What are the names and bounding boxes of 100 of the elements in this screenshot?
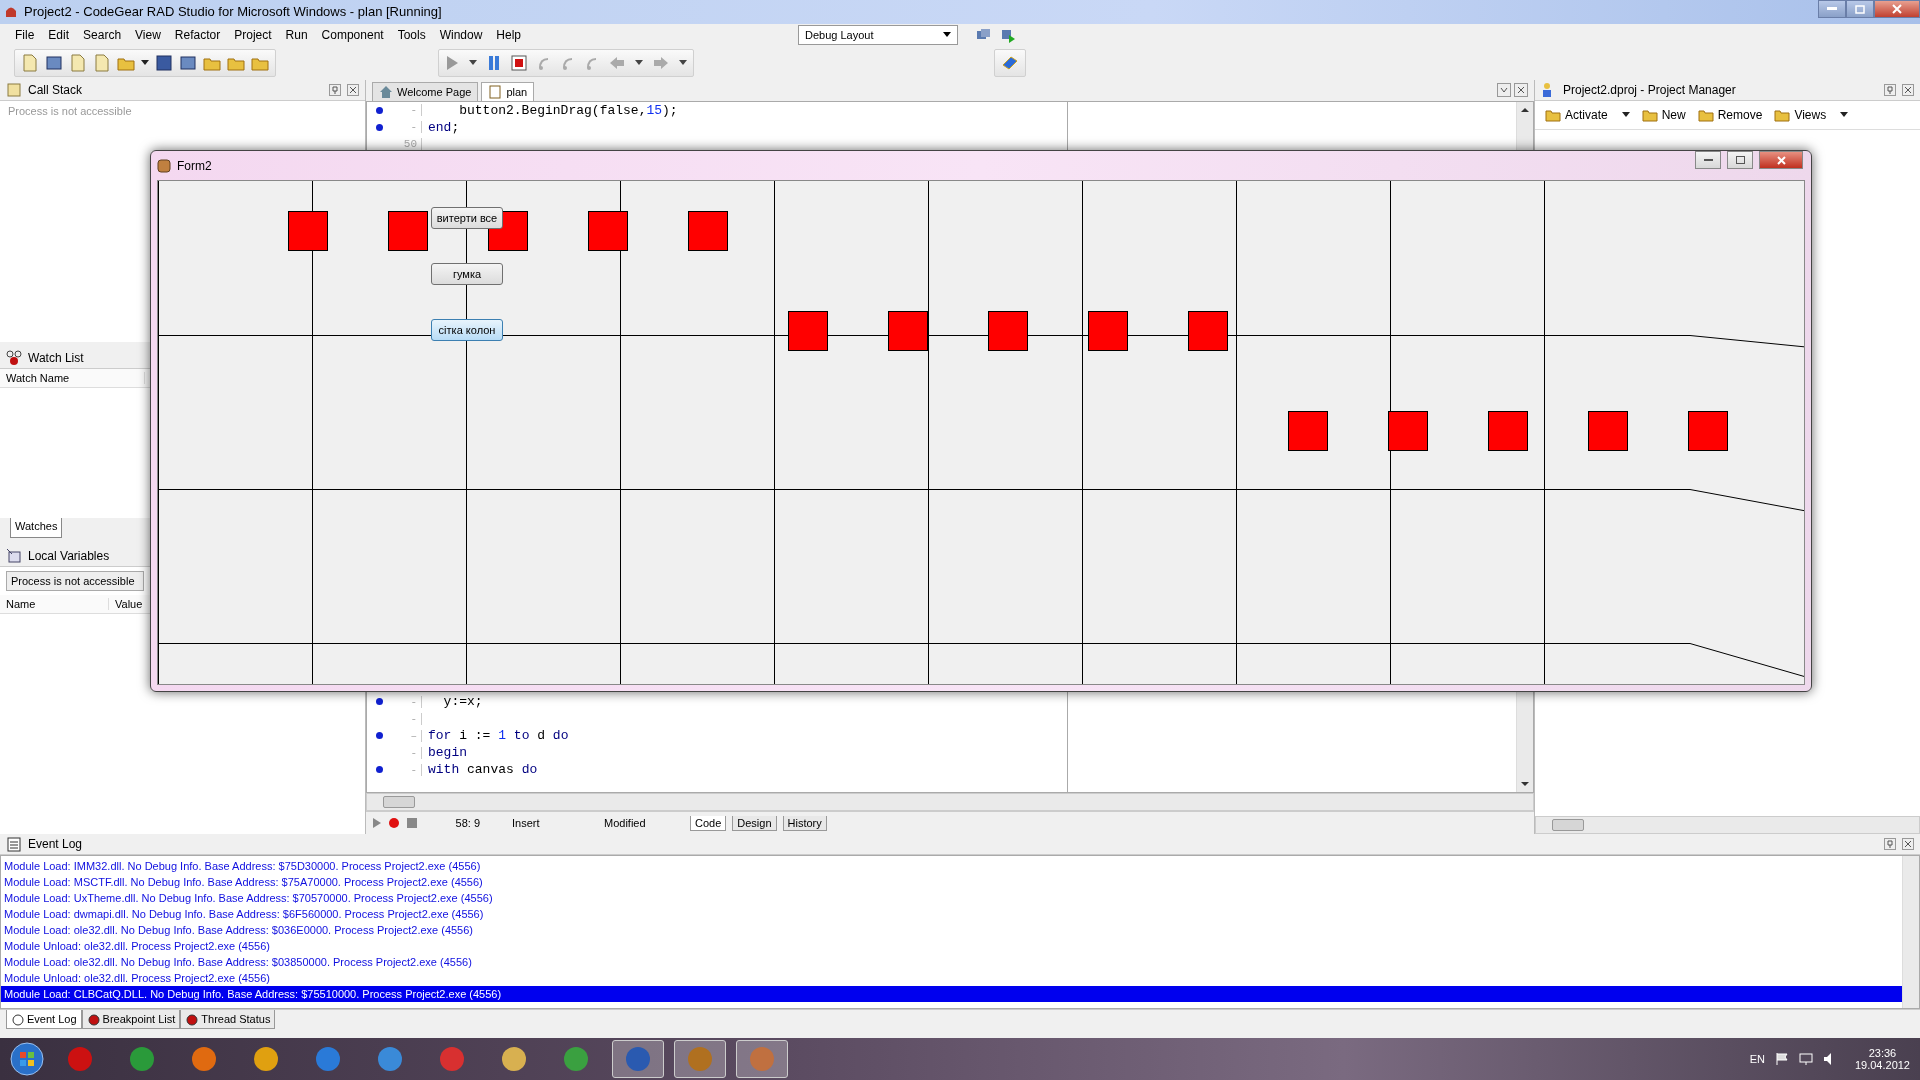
view-tab[interactable]: History — [782, 815, 827, 831]
view-tab[interactable]: Design — [732, 815, 777, 831]
column-header[interactable]: Name — [0, 597, 109, 610]
start-button[interactable] — [10, 1042, 44, 1077]
context-dropdown[interactable]: Process is not accessible — [6, 570, 144, 591]
pin-icon[interactable] — [329, 83, 341, 96]
window-icon[interactable] — [45, 53, 63, 72]
bug-icon — [86, 1012, 101, 1027]
app-icon — [686, 1045, 714, 1074]
log-entry[interactable]: Module Load: CLBCatQ.DLL. No Debug Info. Base Address: $75510000. Process Project2.exe (4556) — [1, 986, 1902, 1003]
clock-time[interactable]: 23:36 — [1868, 1047, 1897, 1060]
toolbar-button[interactable]: Views — [1770, 105, 1853, 124]
close-icon[interactable] — [1902, 83, 1914, 96]
menu-item[interactable]: File — [8, 27, 42, 42]
maximize-button[interactable] — [1727, 151, 1753, 169]
document-icon[interactable] — [93, 53, 111, 72]
clock-date[interactable]: 19.04.2012 — [1854, 1059, 1910, 1072]
menu-item[interactable]: Run — [278, 27, 315, 42]
menu-item[interactable]: Help — [489, 27, 529, 42]
log-entry[interactable]: Module Unload: ole32.dll. Process Project2.exe (4556) — [1, 938, 1902, 955]
taskbar-button[interactable] — [674, 1040, 726, 1079]
line-number: - — [391, 104, 422, 117]
log-entry[interactable]: Module Load: ole32.dll. No Debug Info. Base Address: $036E0000. Process Project2.exe (4556) — [1, 922, 1902, 939]
line-number: - — [391, 746, 422, 759]
menu-item[interactable]: View — [128, 27, 168, 42]
form-button[interactable]: гумка — [431, 263, 503, 285]
flag-icon[interactable] — [1774, 1052, 1789, 1067]
play-icon[interactable] — [372, 817, 382, 830]
taskbar-button[interactable] — [612, 1040, 664, 1079]
vertical-scrollbar[interactable] — [1902, 856, 1919, 1009]
menu-item[interactable]: Window — [432, 27, 490, 42]
panel-tab[interactable]: Event Log — [6, 1010, 82, 1030]
close-button[interactable] — [1759, 151, 1803, 169]
editor-tab[interactable]: Welcome Page — [372, 81, 479, 101]
record-icon[interactable] — [388, 817, 400, 830]
stop-icon[interactable] — [406, 817, 418, 830]
toolbar-button[interactable]: Remove — [1693, 105, 1767, 124]
forward-arrow-icon[interactable] — [653, 54, 669, 71]
caret-icon[interactable] — [679, 60, 687, 66]
close-icon[interactable] — [347, 83, 359, 96]
helmet-icon — [4, 5, 18, 19]
panel-tab[interactable]: Breakpoint List — [81, 1010, 181, 1030]
minimize-icon — [1703, 158, 1713, 162]
menu-item[interactable]: Tools — [390, 27, 433, 42]
column-header[interactable]: Value — [109, 597, 149, 610]
log-entry[interactable]: Module Load: IMM32.dll. No Debug Info. Base Address: $75D30000. Process Project2.exe (4556) — [1, 858, 1902, 875]
app-icon — [252, 1045, 280, 1074]
minimize-button[interactable] — [1818, 0, 1846, 18]
menu-item[interactable]: Edit — [41, 27, 77, 42]
horizontal-scrollbar[interactable] — [366, 793, 1534, 812]
stop-icon[interactable] — [511, 54, 527, 71]
line-number: - — [391, 121, 422, 134]
minimize-button[interactable] — [1695, 151, 1721, 169]
chevron-icon[interactable] — [1497, 83, 1511, 98]
network-icon[interactable] — [1798, 1052, 1813, 1067]
form-button[interactable]: сітка колон — [431, 319, 503, 341]
pin-icon[interactable] — [1884, 838, 1896, 851]
book-icon[interactable] — [1001, 54, 1019, 71]
document-icon[interactable] — [69, 53, 87, 72]
close-button[interactable] — [1874, 0, 1920, 18]
toolbar-button[interactable]: Activate — [1541, 105, 1634, 124]
pin-icon[interactable] — [1884, 83, 1896, 96]
log-entry[interactable]: Module Load: ole32.dll. No Debug Info. Base Address: $03850000. Process Project2.exe (4556) — [1, 954, 1902, 971]
menu-item[interactable]: Component — [314, 27, 391, 42]
form-button[interactable]: витерти все — [431, 207, 503, 229]
menu-item[interactable]: Refactor — [167, 27, 228, 42]
bug-icon — [11, 1012, 25, 1027]
taskbar-button[interactable] — [736, 1040, 788, 1079]
menu-item[interactable]: Project — [227, 27, 279, 42]
pause-icon[interactable] — [487, 54, 501, 71]
window-icon[interactable] — [179, 53, 197, 72]
back-arrow-icon[interactable] — [609, 54, 625, 71]
maximize-button[interactable] — [1846, 0, 1874, 18]
panel-tab[interactable]: Watches — [10, 517, 63, 538]
log-entry[interactable]: Module Load: UxTheme.dll. No Debug Info. Base Address: $70570000. Process Project2.exe (4556) — [1, 890, 1902, 907]
caret-icon[interactable] — [469, 60, 477, 66]
maximize-icon — [1855, 4, 1865, 14]
glasses-icon — [6, 349, 22, 366]
log-entry[interactable]: Module Load: dwmapi.dll. No Debug Info. Base Address: $6F560000. Process Project2.exe (4556) — [1, 906, 1902, 923]
view-tab[interactable]: Code — [690, 815, 727, 831]
horizontal-scrollbar[interactable] — [1535, 816, 1920, 835]
menu-item[interactable]: Search — [76, 27, 129, 42]
language-indicator[interactable]: EN — [1749, 1053, 1765, 1066]
close-icon[interactable] — [1902, 838, 1914, 851]
insert-mode: Insert — [511, 817, 541, 830]
toolbar-button[interactable]: New — [1637, 105, 1690, 124]
panel-title: Local Variables — [28, 548, 110, 563]
document-icon[interactable] — [21, 53, 39, 72]
caret-icon[interactable] — [141, 60, 149, 66]
folder-icon — [1697, 107, 1714, 122]
caret-icon[interactable] — [635, 60, 643, 66]
layout-dropdown[interactable]: Debug Layout — [798, 24, 959, 45]
log-entry[interactable]: Module Load: MSCTF.dll. No Debug Info. Base Address: $75A70000. Process Project2.exe (4556) — [1, 874, 1902, 891]
editor-tab[interactable]: plan — [481, 81, 535, 101]
panel-tab[interactable]: Thread Status — [180, 1010, 276, 1030]
line-number: - — [391, 695, 422, 708]
play-icon[interactable] — [445, 54, 459, 71]
close-icon[interactable] — [1514, 83, 1528, 98]
log-entry[interactable]: Module Unload: ole32.dll. Process Project2.exe (4556) — [1, 970, 1902, 987]
modified-status: Modified — [603, 817, 647, 830]
